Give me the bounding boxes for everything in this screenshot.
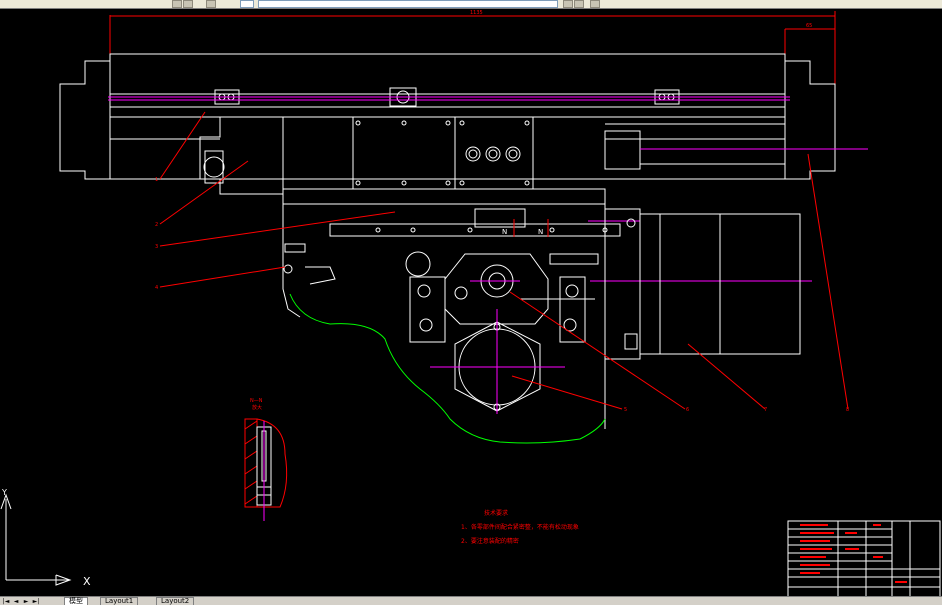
dimension-right-offset: 65 <box>806 23 812 29</box>
tab-layout2[interactable]: Layout2 <box>156 597 195 605</box>
next-tab-icon[interactable]: ► <box>22 598 30 605</box>
linetype-dropdown[interactable] <box>258 0 558 8</box>
prev-tab-icon[interactable]: ◄ <box>12 598 20 605</box>
balloon-7: 7 <box>764 407 767 413</box>
ucs-y-label: Y <box>1 488 7 497</box>
tech-note-2: 2、要注意装配的精密 <box>461 537 519 545</box>
print-icon[interactable] <box>206 0 216 8</box>
balloon-1: 1 <box>155 177 158 183</box>
rail-centerline <box>108 96 790 101</box>
balloon-5: 5 <box>624 407 627 413</box>
top-dimension <box>109 11 836 89</box>
balloon-6: 6 <box>686 407 689 413</box>
leader-lines <box>159 111 849 410</box>
balloon-8: 8 <box>846 407 849 413</box>
section-detail-view <box>244 418 288 521</box>
drawing-canvas[interactable]: 1135 65 N N 1 2 3 4 5 6 7 8 N—N 放大 技术要求 … <box>0 9 942 598</box>
motor <box>604 208 801 360</box>
toolbar <box>0 0 942 9</box>
housing-outline-curve <box>289 293 606 444</box>
tech-note-1: 1、各零部件间配合紧密整，不能有松动现象 <box>461 523 579 531</box>
save-icon[interactable] <box>183 0 193 8</box>
layer-previous-icon[interactable] <box>574 0 584 8</box>
layout-tab-bar: |◄ ◄ ► ►| 模型 Layout1 Layout2 <box>0 596 942 605</box>
ucs-x-label: X <box>83 575 91 588</box>
properties-icon[interactable] <box>590 0 600 8</box>
balloon-4: 4 <box>155 285 158 291</box>
section-view-label: N—N <box>250 398 263 404</box>
balloon-2: 2 <box>155 222 158 228</box>
match-properties-icon[interactable] <box>563 0 573 8</box>
section-marker-n-right: N <box>538 228 543 236</box>
layer-dropdown[interactable] <box>240 0 254 8</box>
dimension-overall-length: 1135 <box>470 10 483 16</box>
last-tab-icon[interactable]: ►| <box>32 598 40 605</box>
open-icon[interactable] <box>172 0 182 8</box>
ucs-icon <box>0 493 72 586</box>
gear-housing <box>283 243 599 412</box>
tech-notes-title: 技术要求 <box>484 509 508 517</box>
section-marker-n-left: N <box>502 228 507 236</box>
tab-layout1[interactable]: Layout1 <box>100 597 139 605</box>
first-tab-icon[interactable]: |◄ <box>2 598 10 605</box>
tab-model[interactable]: 模型 <box>64 597 88 605</box>
balloon-3: 3 <box>155 244 158 250</box>
section-view-scale: 放大 <box>252 404 262 411</box>
